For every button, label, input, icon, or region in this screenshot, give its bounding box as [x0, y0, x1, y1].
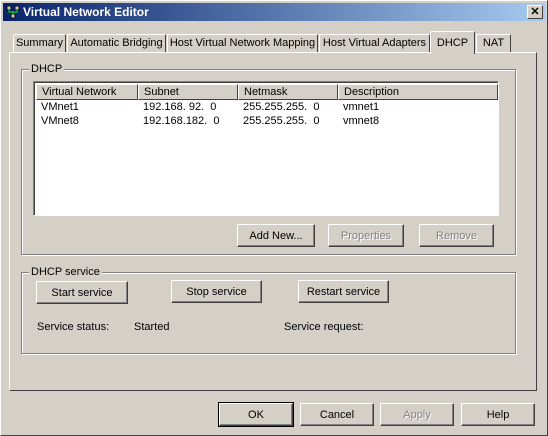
close-button[interactable]: ✕	[527, 5, 543, 19]
dhcp-service-legend: DHCP service	[29, 266, 102, 278]
tab-automatic-bridging[interactable]: Automatic Bridging	[67, 34, 166, 52]
title-bar[interactable]: Virtual Network Editor ✕	[3, 3, 545, 21]
column-virtual-network[interactable]: Virtual Network	[36, 84, 138, 100]
tab-dhcp[interactable]: DHCP	[430, 31, 475, 54]
add-new-button[interactable]: Add New...	[237, 224, 315, 247]
row-description: vmnet8	[343, 115, 380, 127]
column-description[interactable]: Description	[338, 84, 498, 100]
service-request-label: Service request:	[284, 321, 364, 333]
stop-service-button[interactable]: Stop service	[171, 280, 262, 303]
cancel-button[interactable]: Cancel	[300, 403, 374, 426]
help-button[interactable]: Help	[461, 403, 535, 426]
tab-host-virtual-network-mapping[interactable]: Host Virtual Network Mapping	[167, 34, 318, 52]
dhcp-group-legend: DHCP	[29, 63, 65, 75]
properties-button[interactable]: Properties	[328, 224, 404, 247]
row-network: VMnet8	[41, 115, 79, 127]
service-status-label: Service status:	[37, 321, 110, 333]
row-netmask: 255.255.255. 0	[243, 101, 320, 113]
service-status-value: Started	[134, 321, 170, 333]
row-netmask: 255.255.255. 0	[243, 115, 320, 127]
row-network: VMnet1	[41, 101, 79, 113]
restart-service-button[interactable]: Restart service	[298, 280, 389, 303]
row-subnet: 192.168. 92. 0	[143, 101, 217, 113]
tab-host-virtual-adapters[interactable]: Host Virtual Adapters	[319, 34, 430, 52]
virtual-network-editor-window: Virtual Network Editor ✕ Summary Automat…	[0, 0, 548, 436]
dhcp-network-list[interactable]: Virtual Network Subnet Netmask Descripti…	[33, 81, 499, 216]
ok-button[interactable]: OK	[218, 402, 294, 427]
window-title: Virtual Network Editor	[23, 5, 149, 19]
remove-button[interactable]: Remove	[419, 224, 494, 247]
column-subnet[interactable]: Subnet	[138, 84, 238, 100]
start-service-button[interactable]: Start service	[36, 281, 128, 304]
row-description: vmnet1	[343, 101, 380, 113]
table-row[interactable]: VMnet1 192.168. 92. 0 255.255.255. 0 vmn…	[36, 100, 496, 114]
tab-nat[interactable]: NAT	[476, 34, 511, 52]
row-subnet: 192.168.182. 0	[143, 115, 220, 127]
close-icon: ✕	[530, 6, 540, 18]
tab-summary[interactable]: Summary	[13, 34, 66, 52]
table-row[interactable]: VMnet8 192.168.182. 0 255.255.255. 0 vmn…	[36, 114, 496, 128]
network-editor-icon	[6, 5, 20, 19]
apply-button[interactable]: Apply	[380, 403, 454, 426]
list-header: Virtual Network Subnet Netmask Descripti…	[36, 84, 498, 100]
column-netmask[interactable]: Netmask	[238, 84, 338, 100]
